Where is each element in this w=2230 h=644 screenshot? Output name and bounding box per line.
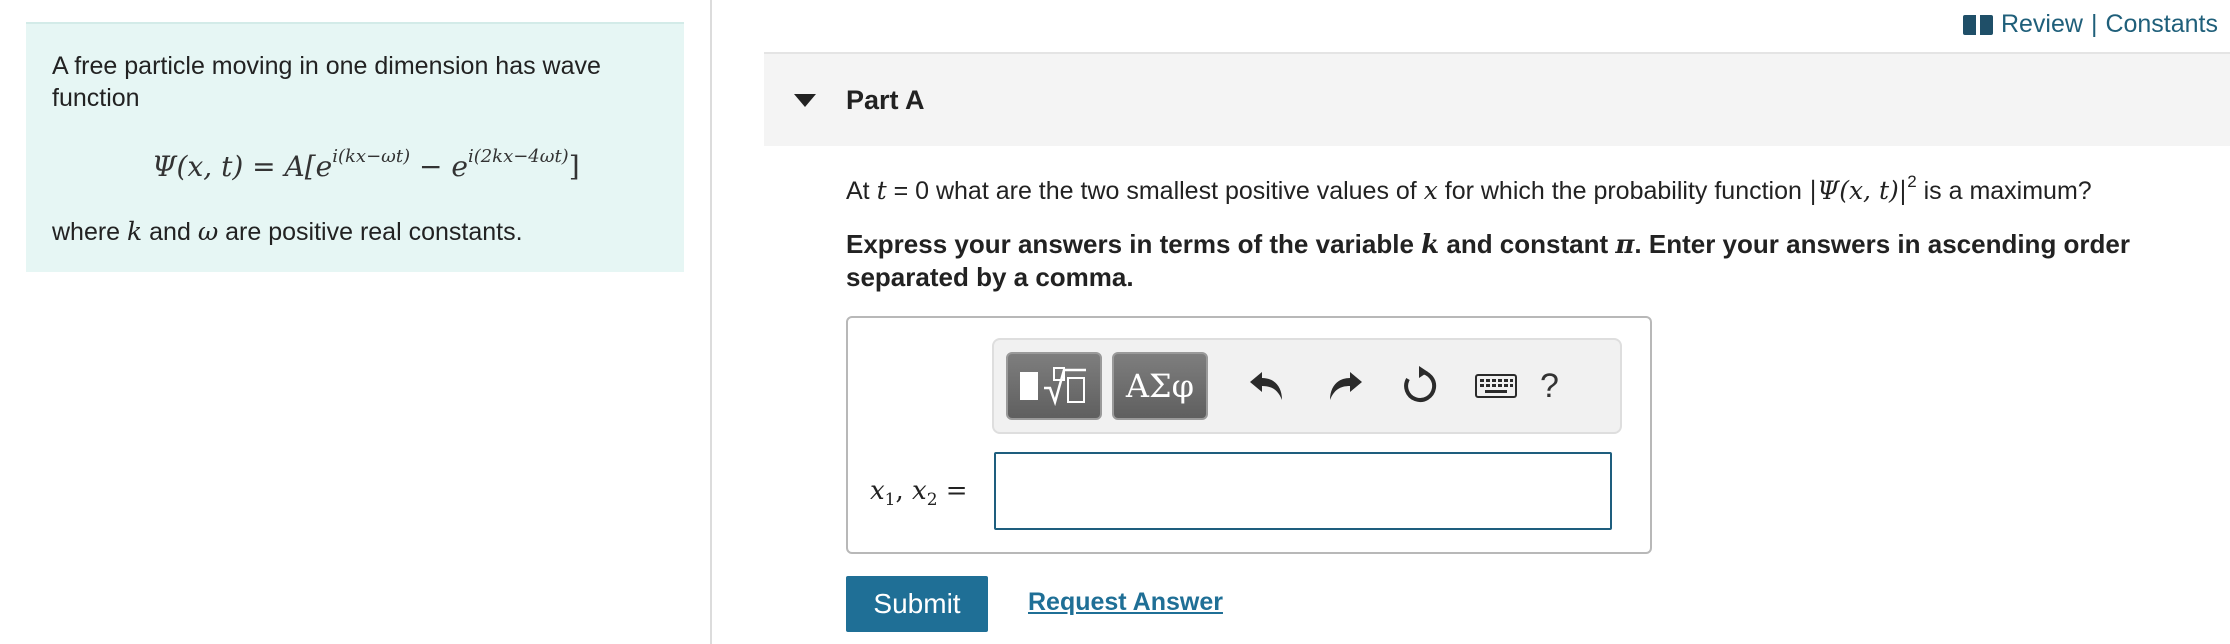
question-part-2: = 0 what are the two smallest positive v… (886, 177, 1424, 205)
part-a-header[interactable]: Part A (764, 52, 2230, 146)
equation-lhs: Ψ(x, t) = A[e (152, 150, 333, 183)
undo-icon[interactable] (1242, 360, 1294, 412)
help-button[interactable]: ? (1540, 367, 1559, 406)
math-templates-icon (1020, 366, 1088, 406)
omega-symbol: ω (197, 217, 219, 246)
request-answer-link[interactable]: Request Answer (1028, 588, 1223, 617)
panel-divider (710, 0, 712, 644)
constants-link[interactable]: Constants (2105, 10, 2218, 39)
where-text-1: where (52, 218, 128, 246)
label-equals: = (937, 476, 968, 506)
k-symbol: k (127, 217, 143, 246)
x2-var: x (912, 476, 927, 506)
question-text: At t = 0 what are the two smallest posit… (846, 172, 2092, 206)
equation-rhs: ] (568, 150, 580, 183)
psi-exponent: 2 (1907, 172, 1917, 191)
constants-note: where k and ω are positive real constant… (52, 217, 658, 247)
x1-sub: 1 (884, 490, 896, 511)
instructions-part-2: and constant (1439, 229, 1616, 259)
greek-symbols-button[interactable]: ΑΣφ (1112, 352, 1208, 420)
t-symbol: t (876, 176, 887, 205)
problem-panel: A free particle moving in one dimension … (26, 22, 684, 272)
k-symbol-bold: k (1421, 230, 1440, 260)
pi-symbol: π (1615, 230, 1635, 260)
x-symbol: x (1423, 176, 1438, 205)
question-part-4: is a maximum? (1916, 177, 2092, 205)
equation-exponent-2: i(2kx−4ωt) (467, 146, 569, 167)
psi-magnitude: |Ψ(x, t)| (1808, 176, 1908, 205)
redo-icon[interactable] (1318, 360, 1370, 412)
book-icon (1962, 14, 1993, 35)
part-title: Part A (846, 84, 925, 115)
equation-mid: − e (410, 150, 468, 183)
review-constants-links: Review | Constants (1962, 10, 2218, 39)
instructions-part-1: Express your answers in terms of the var… (846, 229, 1422, 259)
where-text-3: are positive real constants. (218, 218, 523, 246)
caret-down-icon[interactable] (794, 93, 816, 107)
question-part-3: for which the probability function (1437, 177, 1809, 205)
math-toolbar: ΑΣφ ? (992, 338, 1622, 434)
keyboard-icon[interactable] (1470, 360, 1522, 412)
link-separator: | (2090, 10, 2098, 38)
problem-intro: A free particle moving in one dimension … (52, 52, 601, 112)
question-part-1: At (846, 177, 877, 205)
answer-input[interactable] (994, 452, 1612, 530)
answer-variable-label: x1, x2 = (870, 476, 968, 510)
submit-button[interactable]: Submit (846, 576, 988, 632)
x2-sub: 2 (926, 490, 938, 511)
review-link[interactable]: Review (2001, 10, 2083, 39)
x1-var: x (870, 476, 885, 506)
wave-function-equation: Ψ(x, t) = A[ei(kx−ωt) − ei(2kx−4ωt)] (152, 146, 658, 183)
templates-button[interactable] (1006, 352, 1102, 420)
label-comma: , (895, 476, 913, 506)
answer-instructions: Express your answers in terms of the var… (846, 228, 2206, 293)
where-text-2: and (142, 218, 198, 246)
equation-exponent-1: i(kx−ωt) (332, 146, 411, 167)
answer-box: ΑΣφ ? x1, x2 = (846, 316, 1652, 554)
reset-icon[interactable] (1394, 360, 1446, 412)
